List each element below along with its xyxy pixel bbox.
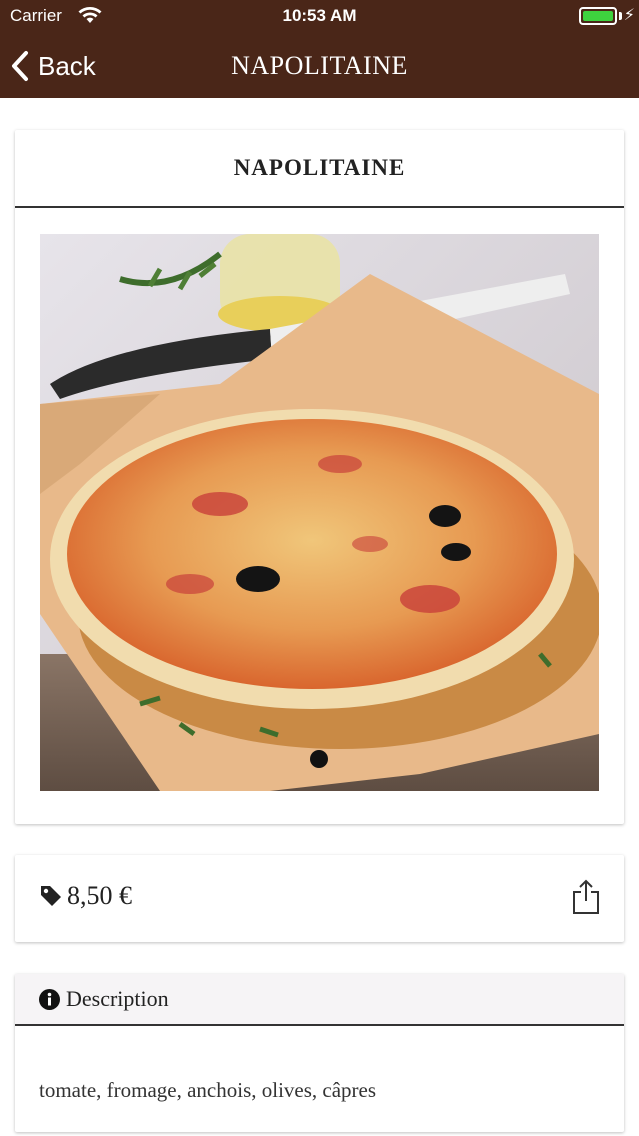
charging-bolt-icon: ⚡ xyxy=(623,5,635,24)
status-time: 10:53 AM xyxy=(282,6,357,25)
price-card: 8,50 € xyxy=(15,855,624,942)
description-card: Description tomate, fromage, anchois, ol… xyxy=(15,974,624,1132)
top-bar: Carrier 10:53 AM ⚡ Back NAPOLITAINE xyxy=(0,0,639,98)
navigation-bar: Back NAPOLITAINE xyxy=(0,34,639,98)
description-heading: Description xyxy=(66,986,169,1011)
battery-fill xyxy=(583,11,613,21)
pizza-photo[interactable] xyxy=(40,234,599,791)
carousel-page-indicator[interactable] xyxy=(310,750,328,768)
nav-title: NAPOLITAINE xyxy=(231,51,408,80)
status-bar: Carrier 10:53 AM ⚡ xyxy=(0,0,639,34)
product-card: NAPOLITAINE xyxy=(15,130,624,824)
price-amount: 8,50 € xyxy=(67,881,132,910)
info-icon xyxy=(39,988,60,1010)
tag-icon xyxy=(41,886,61,906)
product-title: NAPOLITAINE xyxy=(15,130,624,208)
description-text: tomate, fromage, anchois, olives, câpres xyxy=(39,1078,377,1102)
share-icon[interactable] xyxy=(572,879,600,915)
description-header: Description xyxy=(15,974,624,1026)
battery-indicator xyxy=(579,7,617,25)
pizza-illustration xyxy=(40,234,599,791)
price-row: 8,50 € xyxy=(39,881,132,911)
battery-tip xyxy=(619,12,622,20)
